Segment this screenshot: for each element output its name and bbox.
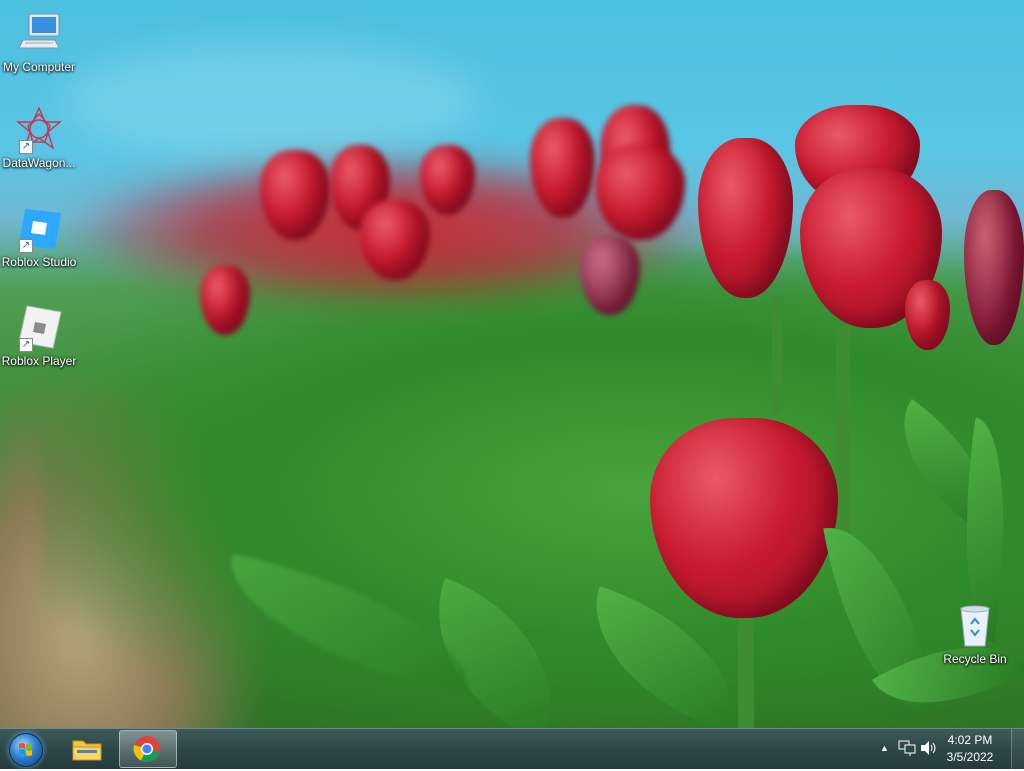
desktop-wallpaper: [0, 0, 1024, 728]
desktop-icon-label: DataWagon...: [2, 156, 76, 170]
desktop-icon-label: Roblox Player: [1, 354, 77, 368]
desktop-icon-label: My Computer: [2, 60, 76, 74]
volume-icon[interactable]: [920, 740, 938, 759]
stem: [772, 295, 782, 415]
system-tray: ▲ 4:02 PM 3/5/2022: [874, 729, 1024, 769]
network-icon[interactable]: [898, 740, 916, 759]
clock-time: 4:02 PM: [947, 733, 993, 747]
taskbar-file-explorer[interactable]: [60, 730, 116, 766]
show-desktop-button[interactable]: [1011, 729, 1024, 769]
shortcut-arrow-icon: ↗: [19, 338, 33, 352]
stem: [738, 612, 754, 728]
chrome-icon: [133, 735, 161, 768]
desktop-icon-roblox-studio[interactable]: ↗ Roblox Studio: [0, 205, 78, 269]
taskbar-chrome[interactable]: [119, 730, 177, 768]
datawagon-icon: ↗: [15, 106, 63, 154]
desktop-icon-label: Recycle Bin: [943, 652, 1007, 666]
show-hidden-icons-chevron-icon[interactable]: ▲: [880, 743, 889, 753]
taskbar-clock[interactable]: 4:02 PM 3/5/2022: [940, 732, 1000, 766]
windows-orb-icon: [9, 733, 43, 767]
desktop-icon-roblox-player[interactable]: ↗ Roblox Player: [0, 304, 78, 368]
shortcut-arrow-icon: ↗: [19, 239, 33, 253]
roblox-studio-icon: ↗: [15, 205, 63, 253]
desktop-icon-label: Roblox Studio: [1, 255, 77, 269]
folder-icon: [72, 737, 102, 766]
roblox-player-icon: ↗: [15, 304, 63, 352]
taskbar: ▲ 4:02 PM 3/5/2022: [0, 728, 1024, 769]
desktop-icon-my-computer[interactable]: My Computer: [0, 10, 78, 74]
desktop-icon-datawagon[interactable]: ↗ DataWagon...: [0, 106, 78, 170]
start-button[interactable]: [6, 731, 44, 767]
recycle-bin-icon: [951, 602, 999, 650]
computer-icon: [15, 10, 63, 58]
desktop-icon-recycle-bin[interactable]: Recycle Bin: [936, 602, 1014, 666]
cloud-streak: [60, 40, 480, 160]
shortcut-arrow-icon: ↗: [19, 140, 33, 154]
clock-date: 3/5/2022: [946, 750, 994, 764]
